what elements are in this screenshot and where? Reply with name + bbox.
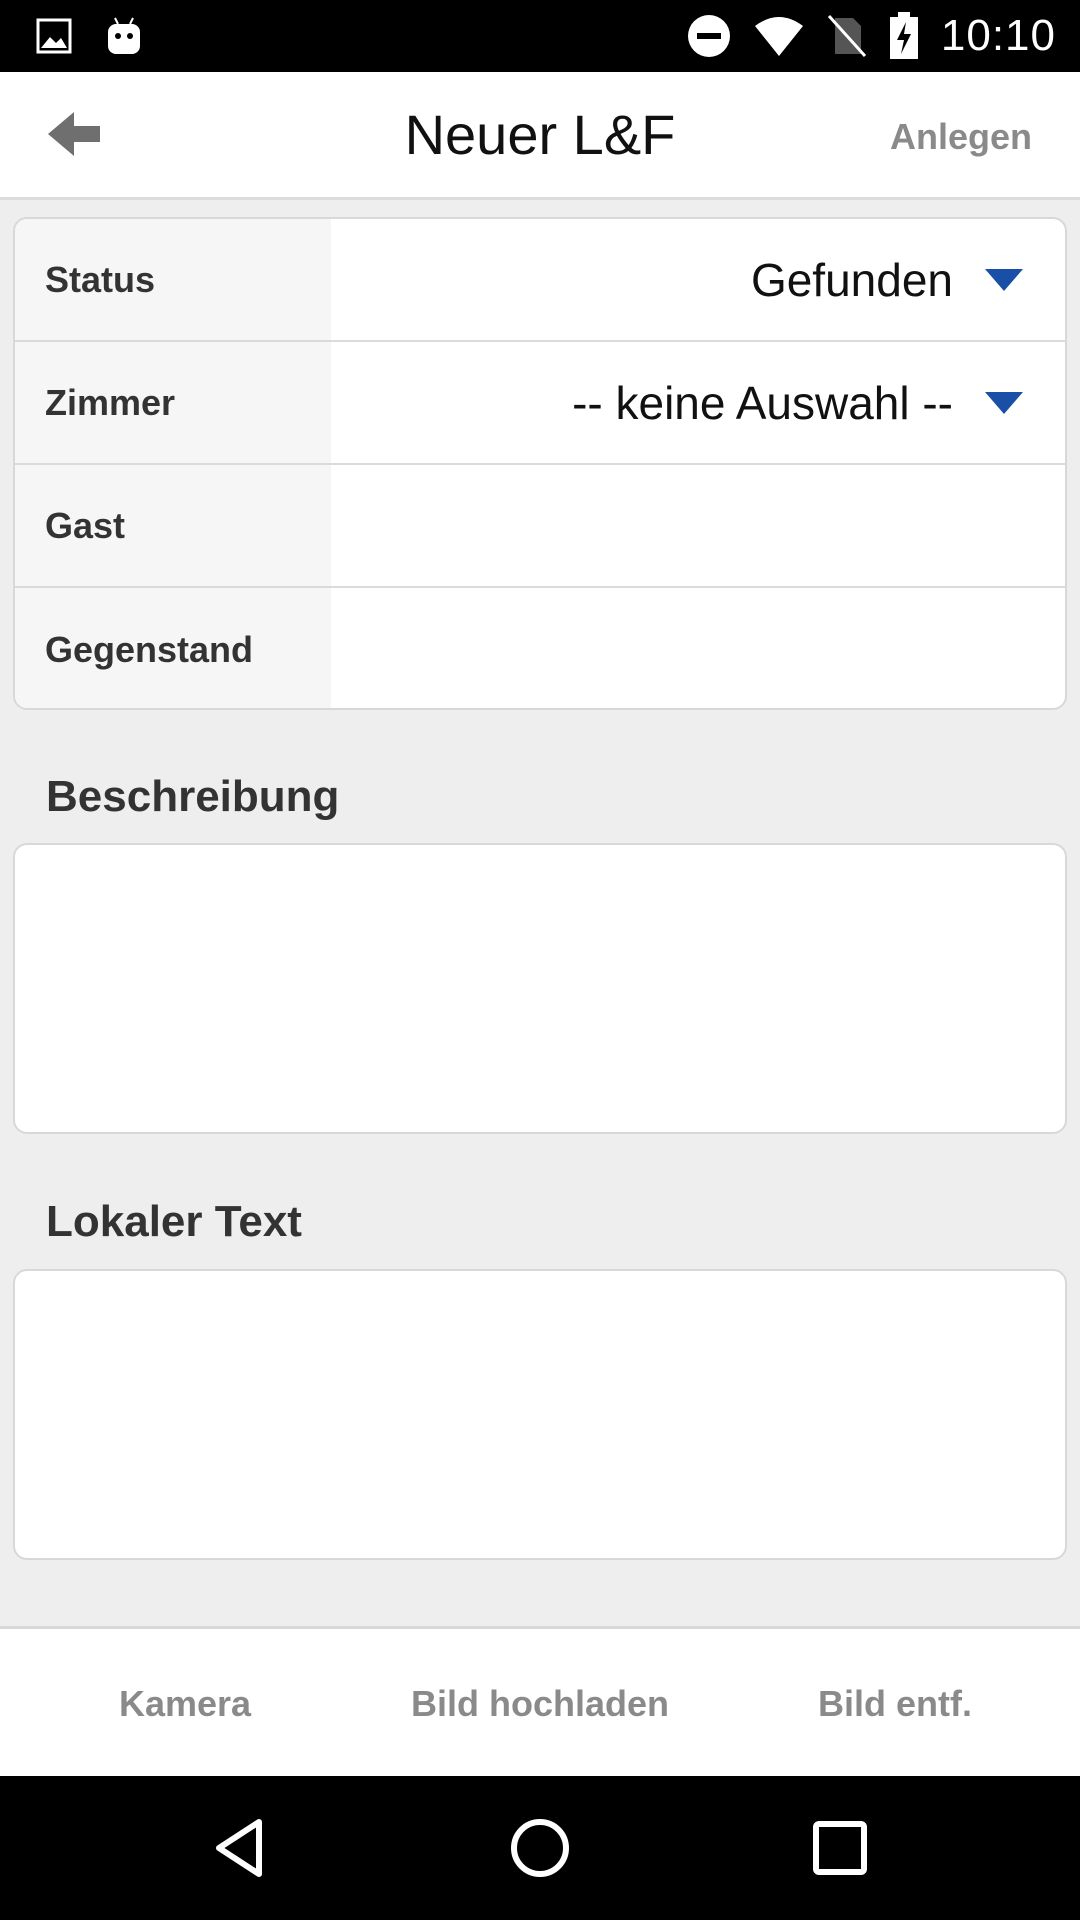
guest-label: Gast xyxy=(15,465,331,586)
battery-charging-icon xyxy=(889,12,918,59)
wifi-icon xyxy=(754,17,803,56)
clock: 10:10 xyxy=(940,11,1056,60)
nav-home-button[interactable] xyxy=(504,1812,576,1884)
navigation-bar xyxy=(0,1776,1080,1920)
app-bar: Neuer L&F Anlegen xyxy=(0,72,1080,200)
no-sim-icon xyxy=(827,14,867,58)
nav-recents-button[interactable] xyxy=(804,1812,876,1884)
form-row-room: Zimmer -- keine Auswahl -- xyxy=(15,342,1065,465)
dropdown-caret-icon xyxy=(985,268,1023,291)
guest-input[interactable] xyxy=(331,465,1065,586)
do-not-disturb-icon xyxy=(687,15,730,57)
form-row-guest: Gast xyxy=(15,465,1065,588)
status-label: Status xyxy=(15,219,331,340)
status-bar: 10:10 xyxy=(0,0,1080,72)
local-text-textarea[interactable] xyxy=(13,1269,1067,1560)
bottom-toolbar: Kamera Bild hochladen Bild entf. xyxy=(0,1626,1080,1776)
nav-recents-icon xyxy=(813,1821,867,1875)
upload-image-button[interactable]: Bild hochladen xyxy=(380,1629,700,1779)
status-value: Gefunden xyxy=(750,253,953,306)
form-row-item: Gegenstand xyxy=(15,588,1065,708)
nav-home-icon xyxy=(511,1819,569,1877)
status-bar-left xyxy=(36,14,142,58)
camera-button[interactable]: Kamera xyxy=(40,1629,330,1779)
remove-image-button[interactable]: Bild entf. xyxy=(740,1629,1050,1779)
create-button[interactable]: Anlegen xyxy=(890,116,1032,158)
room-dropdown[interactable]: -- keine Auswahl -- xyxy=(331,342,1065,463)
room-value: -- keine Auswahl -- xyxy=(572,376,953,429)
form-row-status: Status Gefunden xyxy=(15,219,1065,342)
item-input[interactable] xyxy=(331,588,1065,708)
room-label: Zimmer xyxy=(15,342,331,463)
description-label: Beschreibung xyxy=(46,772,340,821)
nav-back-button[interactable] xyxy=(205,1812,277,1884)
status-dropdown[interactable]: Gefunden xyxy=(331,219,1065,340)
nav-back-icon xyxy=(216,1819,262,1877)
local-text-label: Lokaler Text xyxy=(46,1197,302,1246)
details-form: Status Gefunden Zimmer -- keine Auswahl … xyxy=(13,217,1067,710)
status-bar-right: 10:10 xyxy=(687,0,1056,72)
android-icon xyxy=(108,17,140,54)
item-label: Gegenstand xyxy=(15,588,331,708)
image-icon xyxy=(36,18,72,54)
dropdown-caret-icon xyxy=(985,391,1023,414)
description-textarea[interactable] xyxy=(13,843,1067,1134)
